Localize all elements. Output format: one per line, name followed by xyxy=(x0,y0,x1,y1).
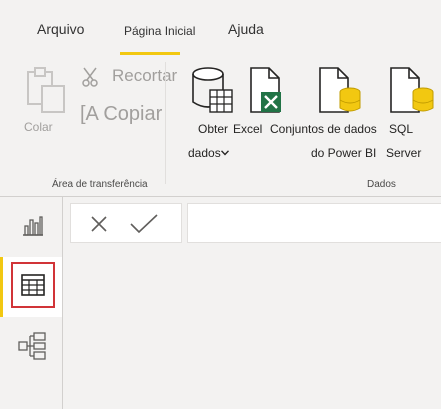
ribbon-divider xyxy=(0,196,441,197)
dataset-file-icon xyxy=(319,67,361,113)
formula-bar-buttons xyxy=(70,203,182,243)
bar-chart-icon xyxy=(23,216,43,236)
powerbi-datasets-button[interactable]: Conjuntos de dados do Power BI xyxy=(270,62,388,162)
tab-home[interactable]: Página Inicial xyxy=(124,24,195,38)
group-separator xyxy=(165,62,166,184)
sql-server-button[interactable]: SQL Server xyxy=(386,62,441,162)
get-data-button[interactable]: Obter dados xyxy=(186,62,236,162)
tab-help[interactable]: Ajuda xyxy=(228,21,264,37)
get-data-label-line2: dados xyxy=(188,146,221,160)
data-group-label: Dados xyxy=(367,179,396,190)
table-icon xyxy=(21,274,45,296)
tab-home-underline xyxy=(120,52,180,55)
data-view-button[interactable] xyxy=(11,262,55,308)
paste-icon xyxy=(27,67,65,113)
paste-label: Colar xyxy=(24,120,53,134)
clipboard-group-label: Área de transferência xyxy=(52,179,148,190)
sql-server-label-line2: Server xyxy=(386,146,422,160)
powerbi-datasets-label: Conjuntos de dados xyxy=(270,122,377,136)
scissors-icon xyxy=(82,67,98,87)
chevron-down-icon xyxy=(221,150,229,156)
data-grid-area xyxy=(63,248,441,409)
model-view-button[interactable] xyxy=(10,325,54,367)
copy-button[interactable]: [A Copiar xyxy=(80,100,170,128)
report-view-button[interactable] xyxy=(10,205,54,245)
formula-input[interactable] xyxy=(187,203,441,243)
cut-button[interactable]: Recortar xyxy=(80,64,177,88)
get-data-label: Obter xyxy=(198,122,229,136)
database-icon xyxy=(192,67,233,113)
excel-label: Excel xyxy=(233,122,263,136)
sql-server-label: SQL xyxy=(389,122,414,136)
tab-file[interactable]: Arquivo xyxy=(37,21,84,37)
cut-label: Recortar xyxy=(112,66,178,85)
paste-button[interactable]: Colar xyxy=(18,62,68,142)
ribbon-tab-bar: Arquivo Página Inicial Ajuda xyxy=(0,0,441,57)
excel-button[interactable]: Excel xyxy=(233,62,281,142)
model-view-icon xyxy=(18,332,46,360)
check-icon[interactable] xyxy=(129,213,159,235)
data-view-accent xyxy=(0,257,3,317)
close-icon[interactable] xyxy=(89,214,109,234)
sql-file-icon xyxy=(390,67,434,113)
powerbi-datasets-label-line2: do Power BI xyxy=(311,146,377,160)
copy-label: [A Copiar xyxy=(80,103,163,125)
